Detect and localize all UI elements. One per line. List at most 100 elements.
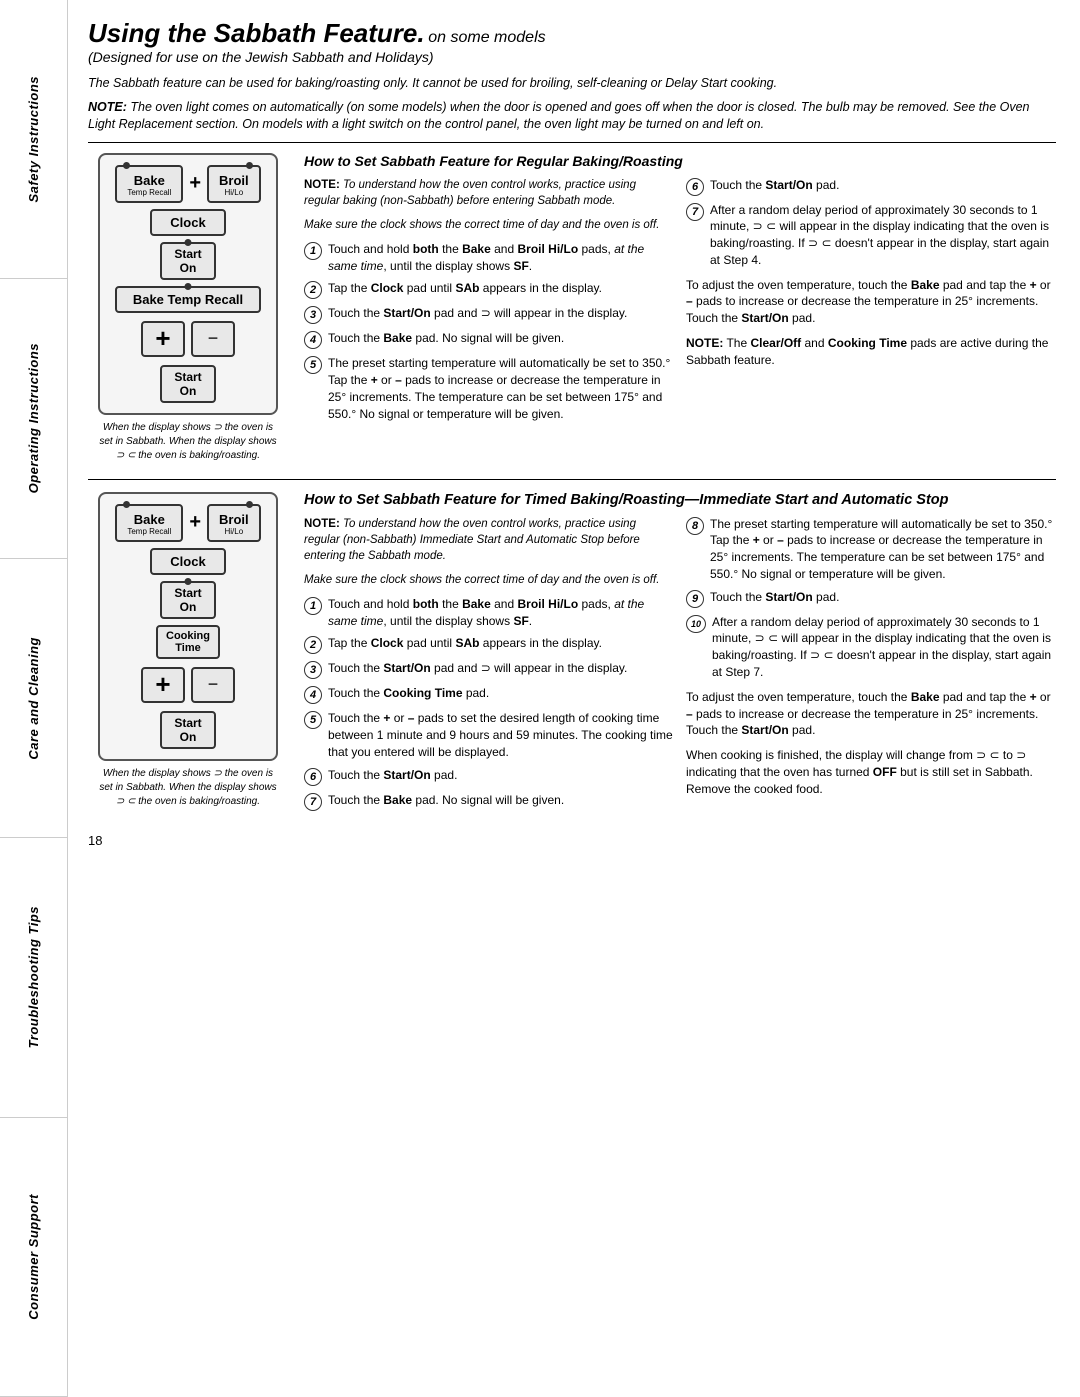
- section1-left: Bake Temp Recall + Broil Hi/Lo Clock: [88, 153, 288, 463]
- start-on-button-1[interactable]: Start On: [160, 242, 215, 280]
- section-divider: [88, 479, 1056, 480]
- start-on-button-2[interactable]: Start On: [160, 581, 215, 619]
- bake-button-1b[interactable]: Bake Temp Recall: [115, 286, 261, 313]
- start-label: Start: [174, 247, 201, 261]
- minus-arrow-btn-1[interactable]: −: [191, 321, 235, 357]
- step-1-7: 7 After a random delay period of approxi…: [686, 202, 1056, 269]
- section2-adjust: To adjust the oven temperature, touch th…: [686, 689, 1056, 739]
- step-2-2: 2 Tap the Clock pad until SAb appears in…: [304, 635, 674, 654]
- bake-sublabel: Temp Recall: [127, 188, 171, 197]
- step-2-8: 8 The preset starting temperature will a…: [686, 516, 1056, 583]
- title-main: Using the Sabbath Feature.: [88, 18, 425, 48]
- bake-sublabel-3: Temp Recall: [127, 527, 171, 536]
- clock-button-1[interactable]: Clock: [150, 209, 225, 236]
- clock-button-2[interactable]: Clock: [150, 548, 225, 575]
- panel-top-row-2: Bake Temp Recall + Broil Hi/Lo: [115, 504, 260, 542]
- time-label: Time: [175, 642, 200, 654]
- step-num-2-7: 7: [304, 793, 322, 811]
- section1-note: NOTE: To understand how the oven control…: [304, 177, 674, 209]
- note-label: NOTE:: [88, 100, 127, 114]
- step-text-2-7: Touch the Bake pad. No signal will be gi…: [328, 792, 674, 809]
- step-text-2-10: After a random delay period of approxima…: [712, 614, 1056, 681]
- section2-note: NOTE: To understand how the oven control…: [304, 516, 674, 564]
- panel-caption-2: When the display shows ⊃ the oven is set…: [98, 767, 278, 809]
- s2-note-label: NOTE:: [304, 518, 340, 530]
- broil-label-2: Broil: [219, 512, 249, 527]
- section1-right: How to Set Sabbath Feature for Regular B…: [304, 153, 1056, 463]
- dot-bake2: [184, 283, 191, 290]
- broil-button-1[interactable]: Broil Hi/Lo: [207, 165, 261, 203]
- start-on-button-2b[interactable]: Start On: [160, 711, 215, 749]
- step-2-1: 1 Touch and hold both the Bake and Broil…: [304, 596, 674, 630]
- sidebar-label-consumer: Consumer Support: [26, 1194, 41, 1320]
- step-num-1-2: 2: [304, 281, 322, 299]
- step-1-6: 6 Touch the Start/On pad.: [686, 177, 1056, 196]
- step-text-2-8: The preset starting temperature will aut…: [710, 516, 1056, 583]
- section1-note-bottom: NOTE: The Clear/Off and Cooking Time pad…: [686, 335, 1056, 369]
- broil-sublabel: Hi/Lo: [219, 188, 249, 197]
- step-text-1-1: Touch and hold both the Bake and Broil H…: [328, 241, 674, 275]
- broil-sublabel-2: Hi/Lo: [219, 527, 249, 536]
- plus-arrow-btn-2[interactable]: +: [141, 667, 185, 703]
- intro-note: NOTE: The oven light comes on automatica…: [88, 99, 1056, 134]
- step-2-3: 3 Touch the Start/On pad and ⊃ will appe…: [304, 660, 674, 679]
- step-num-2-5: 5: [304, 711, 322, 729]
- sidebar-section-consumer: Consumer Support: [0, 1118, 67, 1397]
- step-num-1-4: 4: [304, 331, 322, 349]
- step-text-2-5: Touch the + or – pads to set the desired…: [328, 710, 674, 760]
- broil-button-2[interactable]: Broil Hi/Lo: [207, 504, 261, 542]
- panel-caption-1: When the display shows ⊃ the oven is set…: [98, 421, 278, 463]
- dot-bake-left: [123, 162, 130, 169]
- step-text-1-5: The preset starting temperature will aut…: [328, 355, 674, 422]
- step-num-1-7: 7: [686, 203, 704, 221]
- step-num-2-8: 8: [686, 517, 704, 535]
- plus-symbol-2: +: [189, 511, 201, 534]
- panel-top-row-1: Bake Temp Recall + Broil Hi/Lo: [115, 165, 260, 203]
- start-label-2: Start: [174, 586, 201, 600]
- step-num-1-1: 1: [304, 242, 322, 260]
- step-text-2-2: Tap the Clock pad until SAb appears in t…: [328, 635, 674, 652]
- sidebar-section-safety: Safety Instructions: [0, 0, 67, 279]
- start-on-button-1b[interactable]: Start On: [160, 365, 215, 403]
- section2-right: How to Set Sabbath Feature for Timed Bak…: [304, 492, 1056, 817]
- sidebar-label-troubleshooting: Troubleshooting Tips: [26, 906, 41, 1048]
- note-text: The oven light comes on automatically (o…: [88, 100, 1030, 132]
- step-num-2-2: 2: [304, 636, 322, 654]
- bake-label: Bake: [134, 173, 165, 188]
- main-content: Using the Sabbath Feature. on some model…: [68, 0, 1080, 1397]
- dot-start: [185, 239, 192, 246]
- s1-note-text: To understand how the oven control works…: [304, 179, 636, 207]
- panel-arrows-1: + −: [141, 321, 235, 357]
- section1-steps-right: 6 Touch the Start/On pad. 7 After a rand…: [686, 177, 1056, 429]
- bake-button-2[interactable]: Bake Temp Recall: [115, 504, 183, 542]
- step-num-1-6: 6: [686, 178, 704, 196]
- bake-label-3: Bake: [134, 512, 165, 527]
- start-label-b: Start: [174, 370, 201, 384]
- bake-button-1[interactable]: Bake Temp Recall: [115, 165, 183, 203]
- step-2-9: 9 Touch the Start/On pad.: [686, 589, 1056, 608]
- section1-adjust: To adjust the oven temperature, touch th…: [686, 277, 1056, 327]
- step-2-4: 4 Touch the Cooking Time pad.: [304, 685, 674, 704]
- step-num-2-4: 4: [304, 686, 322, 704]
- dot2-broil-right: [246, 501, 253, 508]
- step-1-1: 1 Touch and hold both the Bake and Broil…: [304, 241, 674, 275]
- dot-broil-right: [246, 162, 253, 169]
- minus-arrow-btn-2[interactable]: −: [191, 667, 235, 703]
- step-2-6: 6 Touch the Start/On pad.: [304, 767, 674, 786]
- step-num-1-5: 5: [304, 356, 322, 374]
- start-label-2b: Start: [174, 716, 201, 730]
- dot2-bake-left: [123, 501, 130, 508]
- s1-note-label: NOTE:: [304, 179, 340, 191]
- section1-heading: How to Set Sabbath Feature for Regular B…: [304, 153, 1056, 169]
- s2-note-text: To understand how the oven control works…: [304, 518, 640, 562]
- sidebar-section-troubleshooting: Troubleshooting Tips: [0, 838, 67, 1117]
- cooking-time-button[interactable]: Cooking Time: [156, 625, 220, 659]
- step-text-2-1: Touch and hold both the Bake and Broil H…: [328, 596, 674, 630]
- plus-arrow-btn-1[interactable]: +: [141, 321, 185, 357]
- sidebar-section-operating: Operating Instructions: [0, 279, 67, 558]
- section2-note2: Make sure the clock shows the correct ti…: [304, 572, 674, 588]
- bake-sublabel-2: Temp Recall: [168, 292, 244, 307]
- step-text-2-6: Touch the Start/On pad.: [328, 767, 674, 784]
- on-label: On: [180, 261, 197, 275]
- dot2-start: [185, 578, 192, 585]
